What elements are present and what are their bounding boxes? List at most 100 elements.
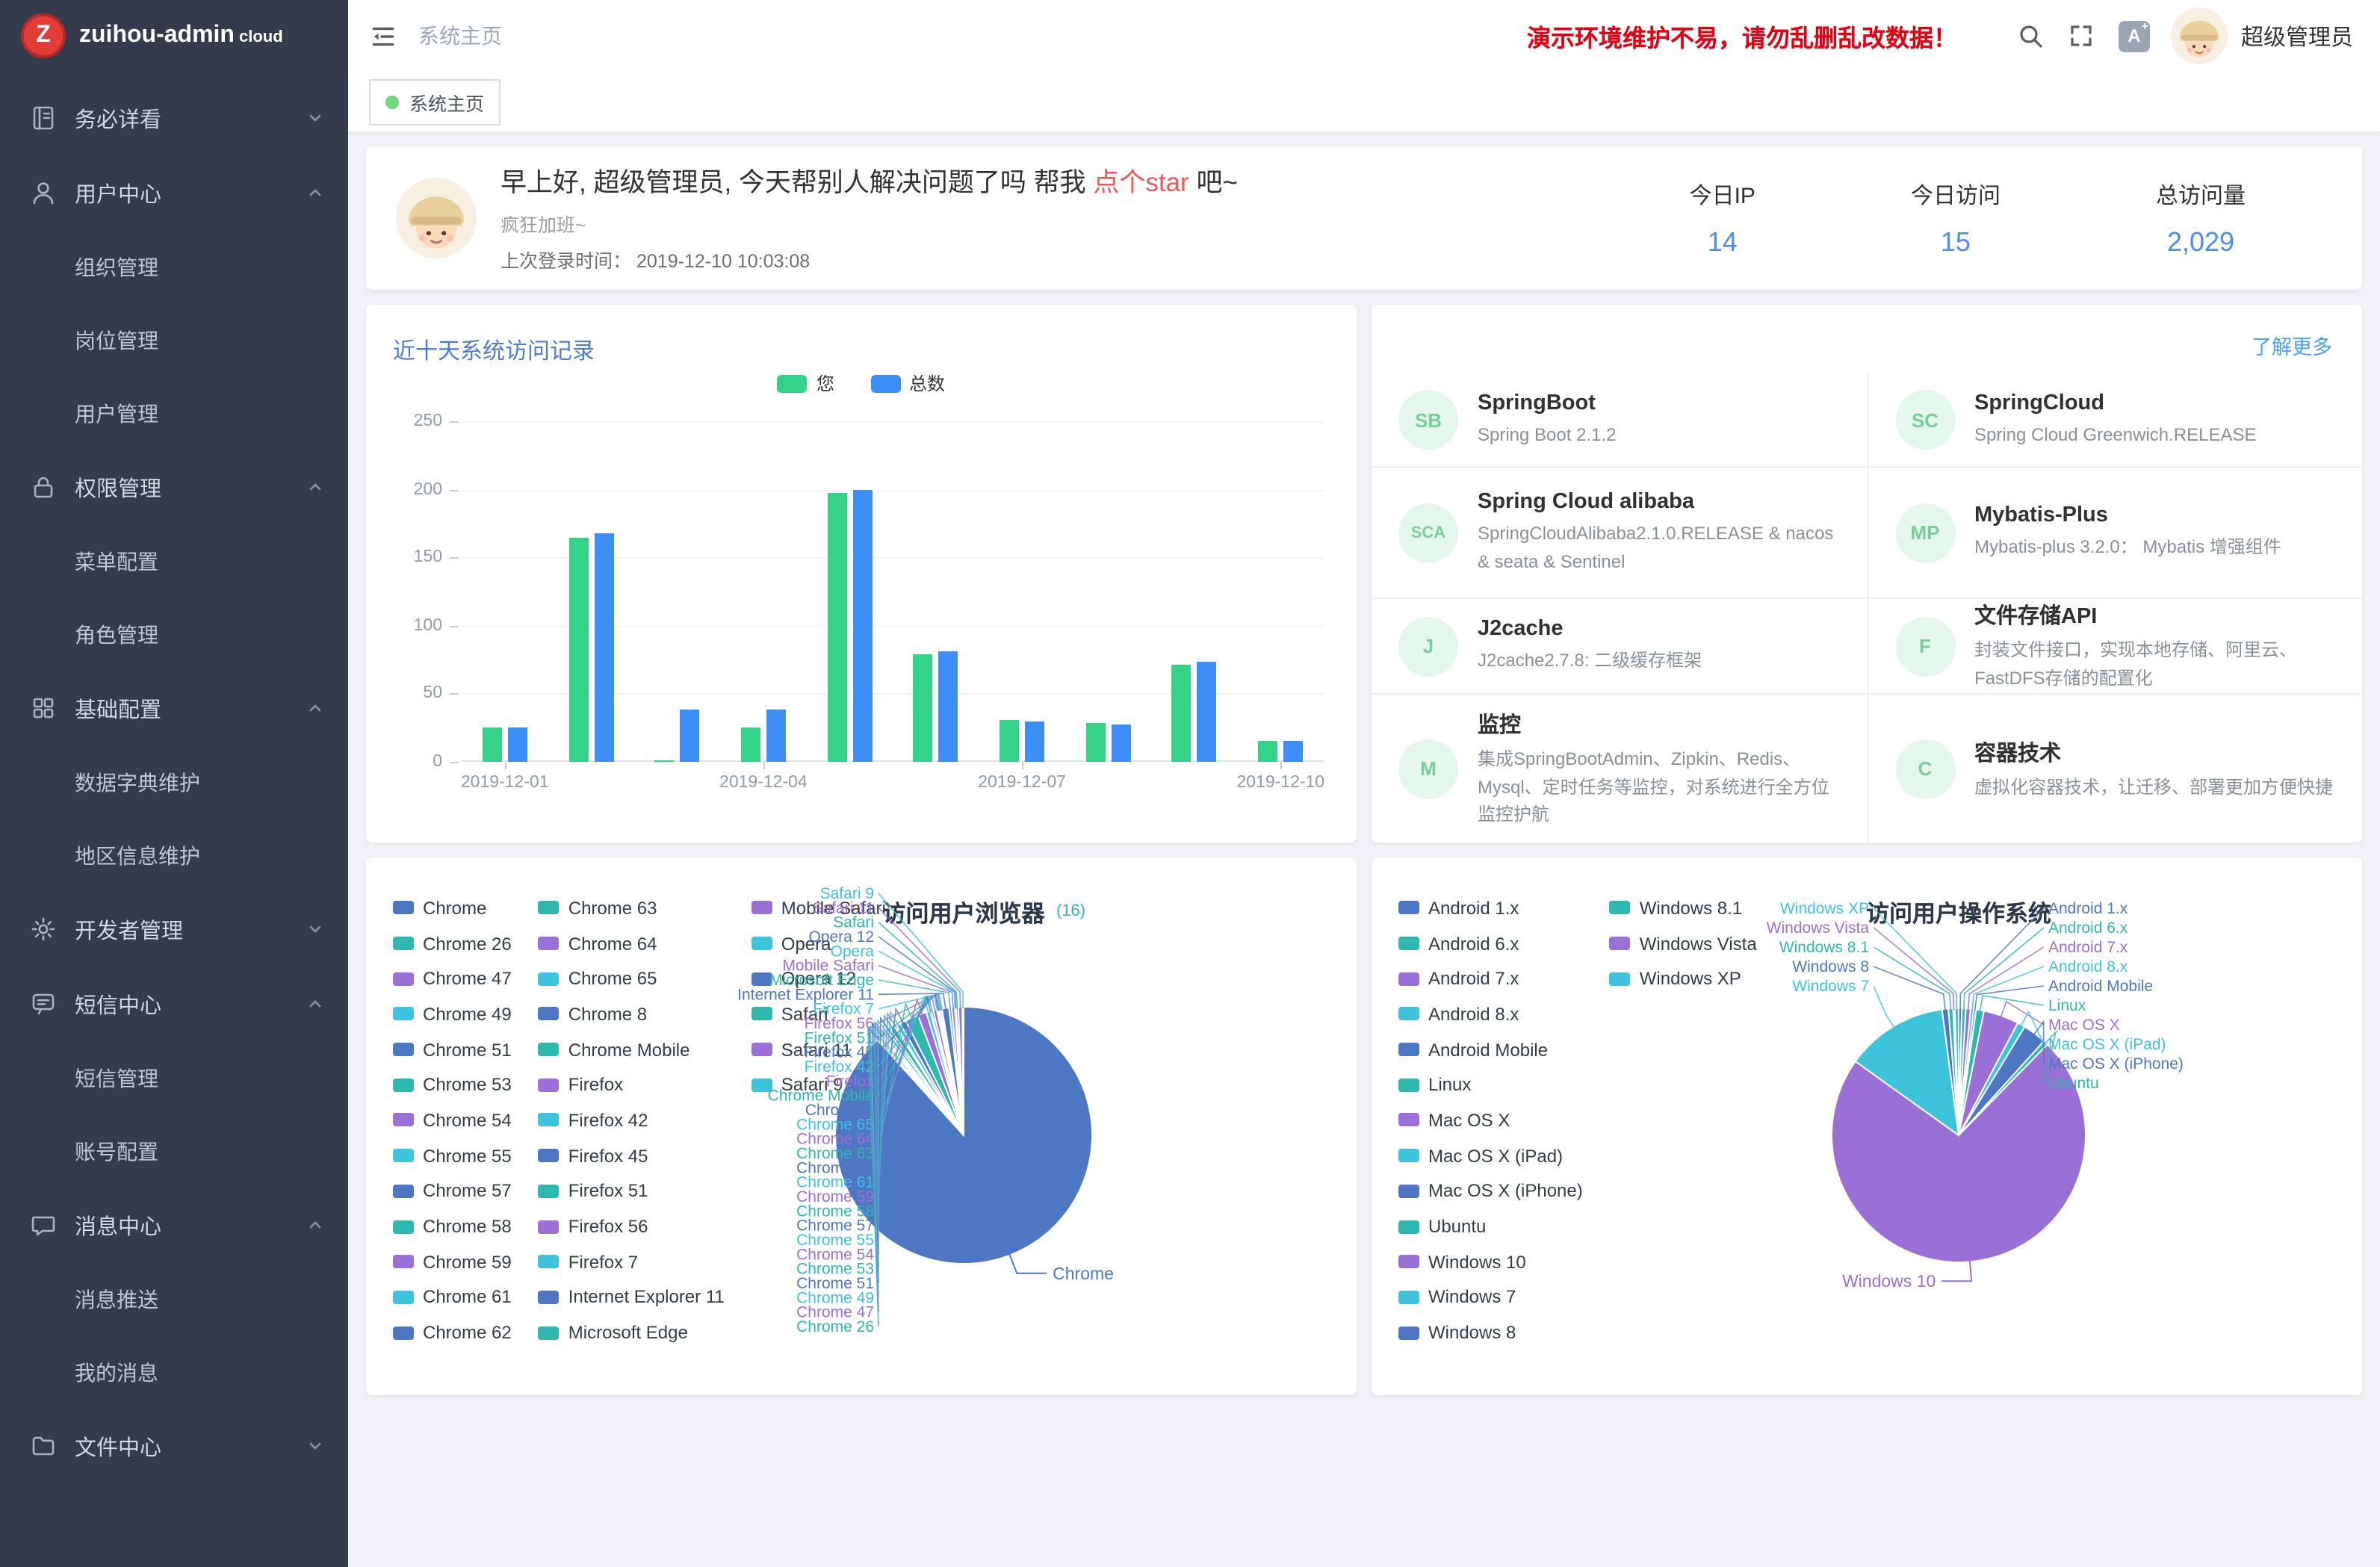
sidebar-subitem[interactable]: 组织管理 <box>0 230 348 303</box>
pie-legend-item[interactable]: Chrome 64 <box>539 925 725 961</box>
pie-legend-item[interactable]: Chrome 47 <box>393 961 512 996</box>
pie-legend-item[interactable]: Firefox 45 <box>539 1138 725 1173</box>
learn-more-link[interactable]: 了解更多 <box>2252 330 2332 360</box>
pie-legend-item[interactable]: Microsoft Edge <box>539 1315 725 1350</box>
pie-legend-item[interactable]: Chrome 49 <box>393 996 512 1031</box>
font-size-icon[interactable]: A+ <box>2119 20 2150 52</box>
pie-legend-item[interactable]: Chrome 57 <box>393 1173 512 1208</box>
fullscreen-icon[interactable] <box>2068 22 2095 49</box>
star-link[interactable]: 点个star <box>1093 167 1189 197</box>
tab-home[interactable]: 系统主页 <box>369 78 501 125</box>
svg-text:Ubuntu: Ubuntu <box>2048 1075 2099 1092</box>
pie-legend-item[interactable]: Chrome 53 <box>393 1067 512 1102</box>
pie-legend-item[interactable]: Android 6.x <box>1398 925 1583 961</box>
svg-text:Windows 10: Windows 10 <box>1842 1271 1936 1291</box>
pie-legend-item[interactable]: Internet Explorer 11 <box>539 1279 725 1315</box>
bar-总数-2019-12-06 <box>939 651 958 762</box>
sidebar-subitem[interactable]: 消息推送 <box>0 1262 348 1335</box>
sidebar-subitem[interactable]: 数据字典维护 <box>0 745 348 819</box>
pie-legend-item[interactable]: Mac OS X (iPad) <box>1398 1138 1583 1173</box>
bar-chart-plot[interactable]: 0501001502002502019-12-012019-12-042019-… <box>462 421 1324 762</box>
search-icon[interactable] <box>2017 22 2044 49</box>
sidebar-subitem[interactable]: 岗位管理 <box>0 303 348 376</box>
pie-legend-item[interactable]: Firefox 42 <box>539 1102 725 1138</box>
pie-legend-item[interactable]: Linux <box>1398 1067 1583 1102</box>
pie-legend-item[interactable]: Safari 9 <box>752 1067 886 1102</box>
sidebar-subitem[interactable]: 短信管理 <box>0 1041 348 1114</box>
pie-legend-item[interactable]: Windows 7 <box>1398 1279 1583 1315</box>
sidebar-subitem[interactable]: 我的消息 <box>0 1335 348 1409</box>
pie-legend-item[interactable]: Safari <box>752 996 886 1031</box>
x-axis-tick <box>1022 762 1023 769</box>
sidebar-item-4[interactable]: 开发者管理 <box>0 892 348 966</box>
pie-legend-item[interactable]: Chrome 58 <box>393 1208 512 1244</box>
pie-legend-item[interactable]: Chrome 65 <box>539 961 725 996</box>
pie-legend-item[interactable]: Opera <box>752 925 886 961</box>
stats-group: 今日IP 14 今日访问 15 总访问量 2,029 <box>1690 179 2332 258</box>
sidebar-subitem[interactable]: 角色管理 <box>0 598 348 671</box>
pie-legend-item[interactable]: Mobile Safari <box>752 890 886 925</box>
pie-legend-item[interactable]: Safari 11 <box>752 1032 886 1067</box>
sidebar-subitem[interactable]: 用户管理 <box>0 376 348 450</box>
pie-legend-item[interactable]: Opera 12 <box>752 961 886 996</box>
sidebar-item-5[interactable]: 短信中心 <box>0 966 348 1041</box>
pie-legend-item[interactable]: Mac OS X <box>1398 1102 1583 1138</box>
sidebar-item-6[interactable]: 消息中心 <box>0 1188 348 1262</box>
pie-legend-item[interactable]: Android 7.x <box>1398 961 1583 996</box>
y-axis-tick-label: 100 <box>414 617 442 635</box>
bar-总数-2019-12-01 <box>508 727 527 762</box>
pie-legend-item[interactable]: Chrome 59 <box>393 1244 512 1279</box>
pie-legend-item[interactable]: Android Mobile <box>1398 1032 1583 1067</box>
pie-legend-item[interactable]: Android 8.x <box>1398 996 1583 1031</box>
pie-legend-item[interactable]: Chrome 63 <box>539 890 725 925</box>
main-area: 系统主页 演示环境维护不易，请勿乱删乱改数据！ A+ 超级管理员 <box>348 0 2380 1567</box>
pie-legend-item[interactable]: Firefox 7 <box>539 1244 725 1279</box>
pie-legend-item[interactable]: Chrome 54 <box>393 1102 512 1138</box>
feature-desc: Spring Cloud Greenwich.RELEASE <box>1974 421 2257 448</box>
y-axis-tick <box>450 421 459 423</box>
pie-legend-item[interactable]: Windows XP <box>1610 961 1757 996</box>
sidebar-item-2[interactable]: 权限管理 <box>0 450 348 524</box>
pie-legend-item[interactable]: Firefox <box>539 1067 725 1102</box>
bar-legend-item[interactable]: 您 <box>778 370 834 396</box>
pie-legend-item[interactable]: Windows 8 <box>1398 1315 1583 1350</box>
greeting-avatar <box>396 178 477 258</box>
pie-legend-item[interactable]: Windows 8.1 <box>1610 890 1757 925</box>
y-axis-tick <box>450 762 459 763</box>
sidebar-item-label: 用户中心 <box>75 177 161 208</box>
app-logo[interactable]: Z zuihou-admincloud <box>0 0 348 72</box>
sidebar-subitem[interactable]: 菜单配置 <box>0 524 348 598</box>
y-axis-tick <box>450 694 459 695</box>
sidebar-item-3[interactable]: 基础配置 <box>0 671 348 745</box>
sidebar-subitem[interactable]: 账号配置 <box>0 1114 348 1188</box>
sidebar-item-0[interactable]: 务必详看 <box>0 81 348 155</box>
pie-legend-item[interactable]: Windows 10 <box>1398 1244 1583 1279</box>
collapse-sidebar-icon[interactable] <box>369 22 397 50</box>
pie-legend-item[interactable]: Chrome 8 <box>539 996 725 1031</box>
pie-legend-item[interactable]: Ubuntu <box>1398 1208 1583 1244</box>
pie-legend-item[interactable]: Chrome 26 <box>393 925 512 961</box>
user-menu[interactable]: 超级管理员 <box>2171 7 2353 64</box>
breadcrumb: 系统主页 <box>418 21 502 51</box>
pie-legend-item[interactable]: Chrome 61 <box>393 1279 512 1315</box>
pie-legend-item[interactable]: Windows Vista <box>1610 925 1757 961</box>
tab-active-dot <box>385 95 399 108</box>
pie-legend-item[interactable]: Mac OS X (iPhone) <box>1398 1173 1583 1208</box>
sidebar-item-label: 文件中心 <box>75 1430 161 1462</box>
sidebar-subitem[interactable]: 地区信息维护 <box>0 819 348 892</box>
pie-legend-item[interactable]: Chrome 51 <box>393 1032 512 1067</box>
gear-icon <box>30 916 57 943</box>
sidebar-item-7[interactable]: 文件中心 <box>0 1409 348 1483</box>
legend-marker <box>752 972 772 985</box>
pie-legend-item[interactable]: Chrome 62 <box>393 1315 512 1350</box>
pie-legend-item[interactable]: Android 1.x <box>1398 890 1583 925</box>
pie-legend-item[interactable]: Firefox 51 <box>539 1173 725 1208</box>
pie-legend-item[interactable]: Chrome Mobile <box>539 1032 725 1067</box>
pie-legend-item[interactable]: Chrome 55 <box>393 1138 512 1173</box>
sidebar-item-1[interactable]: 用户中心 <box>0 155 348 230</box>
pie-legend-item[interactable]: Chrome <box>393 890 512 925</box>
bar-您-2019-12-01 <box>483 727 502 762</box>
legend-marker <box>393 1220 414 1233</box>
pie-legend-item[interactable]: Firefox 56 <box>539 1208 725 1244</box>
bar-legend-item[interactable]: 总数 <box>870 370 945 396</box>
